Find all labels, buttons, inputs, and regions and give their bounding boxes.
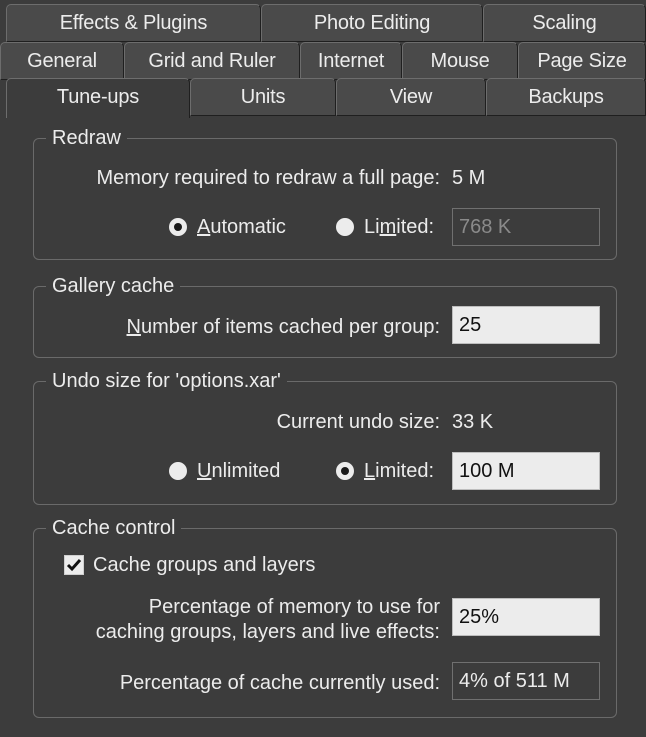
gallery-cache-legend: Gallery cache <box>46 274 181 298</box>
cache-control-legend: Cache control <box>46 516 182 540</box>
current-undo-size-value: 33 K <box>452 411 494 433</box>
tab-grid-and-ruler[interactable]: Grid and Ruler <box>124 42 300 80</box>
undo-size-legend: Undo size for 'options.xar' <box>46 369 287 393</box>
tab-view[interactable]: View <box>336 78 486 116</box>
limited-undo-radio[interactable] <box>336 462 354 480</box>
undo-size-group: Undo size for 'options.xar' Current undo… <box>33 369 617 505</box>
tab-row-1: Effects & Plugins Photo Editing Scaling <box>0 4 646 44</box>
tab-general[interactable]: General <box>0 42 124 80</box>
tab-strip: Effects & Plugins Photo Editing Scaling … <box>0 0 646 122</box>
memory-required-value: 5 M <box>452 167 486 189</box>
cache-groups-label[interactable]: Cache groups and layers <box>93 553 315 577</box>
tab-backups[interactable]: Backups <box>486 78 646 116</box>
tab-mouse[interactable]: Mouse <box>402 42 518 80</box>
unlimited-label[interactable]: Unlimited <box>197 459 280 483</box>
tab-scaling[interactable]: Scaling <box>483 4 646 42</box>
items-cached-field[interactable]: 25 <box>452 306 600 344</box>
cache-used-value: 4% of 511 M <box>452 662 600 700</box>
automatic-radio[interactable] <box>169 218 187 236</box>
unlimited-radio[interactable] <box>169 462 187 480</box>
percentage-memory-field[interactable]: 25% <box>452 598 600 636</box>
tab-effects-plugins[interactable]: Effects & Plugins <box>6 4 261 42</box>
gallery-cache-group: Gallery cache Number of items cached per… <box>33 274 617 358</box>
tab-photo-editing[interactable]: Photo Editing <box>261 4 483 42</box>
checkmark-icon <box>66 559 82 572</box>
cache-groups-checkbox[interactable] <box>64 555 84 575</box>
limited-undo-label[interactable]: Limited: <box>364 459 434 483</box>
tab-internet[interactable]: Internet <box>300 42 402 80</box>
limited-redraw-radio[interactable] <box>336 218 354 236</box>
tab-row-2: General Grid and Ruler Internet Mouse Pa… <box>0 42 646 82</box>
automatic-label-rest: utomatic <box>210 216 286 238</box>
limited-redraw-field[interactable]: 768 K <box>452 208 600 246</box>
tab-units[interactable]: Units <box>190 78 336 116</box>
memory-required-label: Memory required to redraw a full page: <box>96 167 441 189</box>
tab-tune-ups[interactable]: Tune-ups <box>6 78 190 122</box>
limited-undo-field[interactable]: 100 M <box>452 452 600 490</box>
tab-page-size[interactable]: Page Size <box>518 42 646 80</box>
automatic-label[interactable]: Automatic <box>197 215 286 239</box>
redraw-legend: Redraw <box>46 126 127 150</box>
items-cached-label: Number of items cached per group: <box>126 316 441 338</box>
redraw-group: Redraw Memory required to redraw a full … <box>33 126 617 260</box>
cache-control-group: Cache control Cache groups and layers Pe… <box>33 516 617 718</box>
percentage-memory-label-line2: caching groups, layers and live effects: <box>95 621 440 643</box>
limited-redraw-label[interactable]: Limited: <box>364 215 434 239</box>
percentage-memory-label-line1: Percentage of memory to use for <box>148 596 440 618</box>
current-undo-size-label: Current undo size: <box>276 411 440 433</box>
tune-ups-panel: Redraw Memory required to redraw a full … <box>0 118 646 737</box>
cache-used-label: Percentage of cache currently used: <box>119 672 440 694</box>
tab-row-3: Tune-ups Units View Backups <box>0 78 646 122</box>
